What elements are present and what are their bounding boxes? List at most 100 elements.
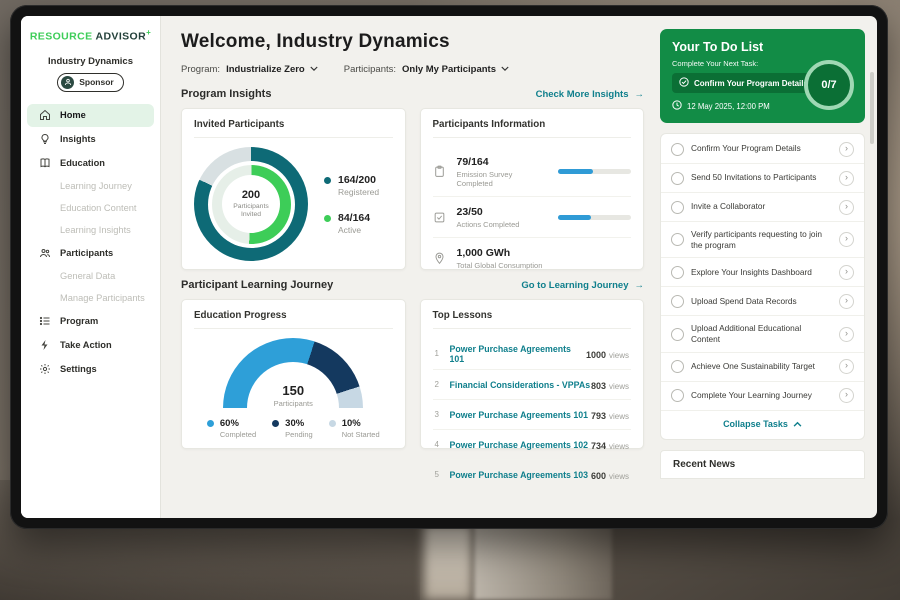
task-row[interactable]: Verify participants requesting to join t… — [661, 222, 864, 258]
sidebar-item-take-action[interactable]: Take Action — [27, 334, 154, 357]
task-row[interactable]: Invite a Collaborator › — [661, 193, 864, 222]
arrow-right-icon: → — [635, 280, 645, 291]
participants-information-card: Participants Information 79/164 Emission… — [420, 108, 645, 270]
task-checkbox[interactable] — [671, 233, 684, 246]
chevron-right-icon[interactable]: › — [839, 171, 854, 186]
chevron-right-icon[interactable]: › — [839, 232, 854, 247]
sidebar-item-general-data[interactable]: General Data — [27, 266, 154, 287]
home-icon — [39, 109, 52, 121]
task-row[interactable]: Complete Your Learning Journey › — [661, 382, 864, 411]
actions-progressbar — [558, 215, 632, 220]
lesson-link[interactable]: Financial Considerations - VPPAs — [450, 380, 591, 390]
top-lessons-card: Top Lessons 1 Power Purchase Agreements … — [420, 299, 645, 449]
chevron-right-icon[interactable]: › — [839, 359, 854, 374]
task-row[interactable]: Achieve One Sustainability Target › — [661, 353, 864, 382]
task-checkbox[interactable] — [671, 201, 684, 214]
check-more-insights-link[interactable]: Check More Insights → — [536, 89, 644, 100]
card-title: Top Lessons — [433, 310, 632, 329]
todo-panel: Your To Do List Complete Your Next Task:… — [657, 16, 877, 518]
lesson-link[interactable]: Power Purchase Agreements 101 — [450, 344, 586, 364]
task-row[interactable]: Upload Additional Educational Content › — [661, 316, 864, 352]
legend-item-pending: 30% Pending — [272, 418, 313, 439]
program-select[interactable]: Industrialize Zero — [226, 64, 318, 75]
sidebar: RESOURCE ADVISOR+ Industry Dynamics Spon… — [21, 16, 161, 518]
task-checkbox[interactable] — [671, 143, 684, 156]
chevron-right-icon[interactable]: › — [839, 388, 854, 403]
sidebar-item-manage-participants[interactable]: Manage Participants — [27, 288, 154, 309]
sidebar-nav: Home Insights Education Learning Journey — [21, 104, 160, 381]
education-legend: 60% Completed 30% Pending — [194, 418, 393, 439]
task-checkbox[interactable] — [671, 295, 684, 308]
chevron-right-icon[interactable]: › — [839, 265, 854, 280]
lesson-row: 1 Power Purchase Agreements 101 1000view… — [433, 338, 632, 370]
learning-journey-header: Participant Learning Journey Go to Learn… — [181, 279, 644, 291]
program-select-value: Industrialize Zero — [226, 64, 305, 75]
book-icon — [39, 157, 52, 169]
filter-bar: Program: Industrialize Zero Participants… — [181, 64, 644, 75]
chevron-right-icon[interactable]: › — [839, 327, 854, 342]
task-checkbox[interactable] — [671, 389, 684, 402]
chevron-right-icon[interactable]: › — [839, 294, 854, 309]
edu-legend-dot — [329, 420, 336, 427]
participants-select[interactable]: Only My Participants — [402, 64, 509, 75]
chevron-down-icon — [310, 64, 318, 75]
task-row[interactable]: Confirm Your Program Details › — [661, 135, 864, 164]
scrollbar[interactable] — [870, 72, 874, 144]
window-light-reflection — [424, 524, 472, 600]
sponsor-icon — [61, 76, 74, 89]
sidebar-item-label: Learning Journey — [60, 181, 132, 191]
emission-survey-progressbar — [558, 169, 632, 174]
dashboard-screen: RESOURCE ADVISOR+ Industry Dynamics Spon… — [21, 16, 877, 518]
sidebar-item-label: Learning Insights — [60, 225, 131, 235]
bulb-icon — [39, 133, 52, 145]
chevron-right-icon[interactable]: › — [839, 200, 854, 215]
education-progress-gauge: 150 Participants — [223, 338, 363, 408]
sponsor-badge[interactable]: Sponsor — [57, 73, 123, 92]
lesson-row: 5 Power Purchase Agreements 103 600views — [433, 460, 632, 489]
program-insights-header: Program Insights Check More Insights → — [181, 88, 644, 100]
sidebar-item-settings[interactable]: Settings — [27, 358, 154, 381]
sidebar-item-learning-insights[interactable]: Learning Insights — [27, 220, 154, 241]
program-filter: Program: Industrialize Zero — [181, 64, 318, 75]
task-checkbox[interactable] — [671, 360, 684, 373]
next-task-chip[interactable]: Confirm Your Program Details — [672, 73, 815, 93]
task-checkbox[interactable] — [671, 266, 684, 279]
task-checkbox[interactable] — [671, 328, 684, 341]
task-row[interactable]: Explore Your Insights Dashboard › — [661, 258, 864, 287]
sidebar-item-program[interactable]: Program — [27, 310, 154, 333]
task-checkbox[interactable] — [671, 172, 684, 185]
lesson-link[interactable]: Power Purchase Agreements 101 — [450, 410, 591, 420]
lesson-row: 4 Power Purchase Agreements 102 734views — [433, 430, 632, 460]
lesson-link[interactable]: Power Purchase Agreements 102 — [450, 440, 591, 450]
lesson-link[interactable]: Power Purchase Agreements 103 — [450, 470, 591, 480]
gear-icon — [39, 363, 52, 375]
arrow-right-icon: → — [635, 89, 645, 100]
task-row[interactable]: Send 50 Invitations to Participants › — [661, 164, 864, 193]
invited-legend-dot — [324, 177, 331, 184]
card-title: Invited Participants — [194, 119, 393, 138]
sidebar-item-participants[interactable]: Participants — [27, 242, 154, 265]
invited-legend: 164/200 Registered 84/164 Active — [324, 174, 379, 235]
info-progress-fill — [558, 169, 593, 174]
monitor-bezel: RESOURCE ADVISOR+ Industry Dynamics Spon… — [10, 5, 888, 529]
check-square-icon — [433, 211, 448, 224]
lesson-row: 2 Financial Considerations - VPPAs 803vi… — [433, 370, 632, 400]
sidebar-item-learning-journey[interactable]: Learning Journey — [27, 176, 154, 197]
location-pin-icon — [433, 252, 448, 265]
check-circle-icon — [679, 77, 689, 89]
sidebar-item-education-content[interactable]: Education Content — [27, 198, 154, 219]
participants-filter: Participants: Only My Participants — [344, 64, 509, 75]
chevron-right-icon[interactable]: › — [839, 142, 854, 157]
invited-donut-center: 200 Participants Invited — [222, 175, 280, 233]
legend-item-not-started: 10% Not Started — [329, 418, 380, 439]
go-to-learning-journey-link[interactable]: Go to Learning Journey → — [521, 280, 644, 291]
sidebar-item-label: Program — [60, 316, 98, 326]
sidebar-item-label: Take Action — [60, 340, 112, 350]
sidebar-item-insights[interactable]: Insights — [27, 128, 154, 151]
actions-completed-row: 23/50 Actions Completed — [433, 197, 632, 238]
chevron-up-icon — [793, 419, 802, 429]
task-row[interactable]: Upload Spend Data Records › — [661, 287, 864, 316]
sidebar-item-education[interactable]: Education — [27, 152, 154, 175]
sidebar-item-home[interactable]: Home — [27, 104, 154, 127]
collapse-tasks-link[interactable]: Collapse Tasks — [661, 411, 864, 438]
